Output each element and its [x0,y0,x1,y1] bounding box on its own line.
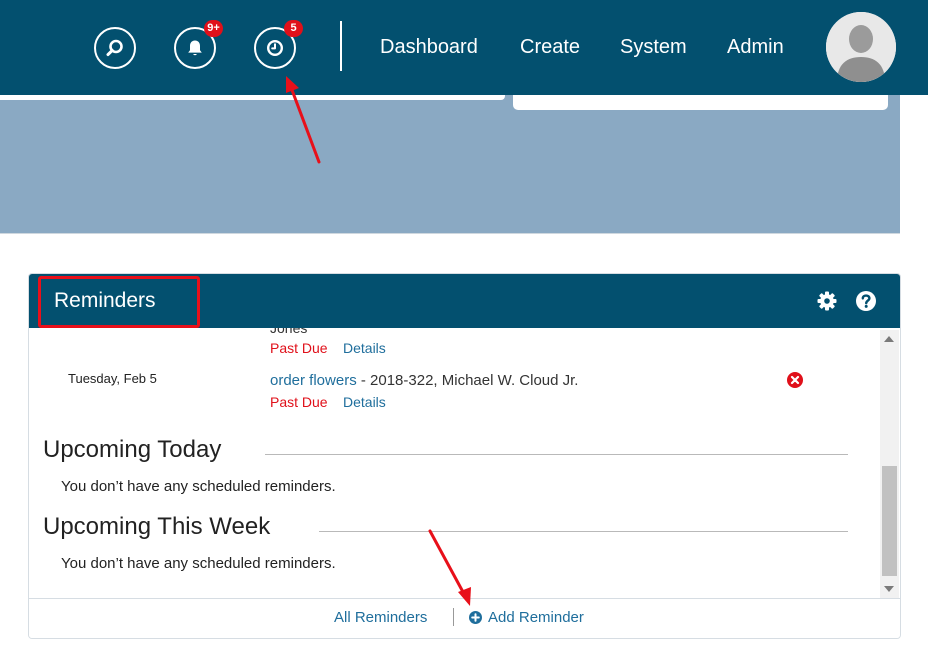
section-title-week: Upcoming This Week [43,513,271,540]
search-icon [106,39,123,57]
notifications-button[interactable]: 9+ [174,20,223,69]
details-link[interactable]: Details [343,394,386,410]
empty-message-today: You don’t have any scheduled reminders. [61,478,336,495]
plus-circle-icon[interactable] [469,611,482,624]
gear-icon[interactable] [816,290,838,312]
footer-separator [453,608,454,626]
empty-message-week: You don’t have any scheduled reminders. [61,555,336,572]
hero-banner [0,95,900,234]
scroll-down-arrow-icon[interactable] [884,586,894,592]
bell-icon [188,40,202,56]
section-divider [319,531,848,532]
section-divider [265,454,848,455]
reminder-info: - 2018-322, Michael W. Cloud Jr. [356,372,579,389]
user-avatar[interactable] [826,12,896,82]
title-highlight-box [38,276,200,328]
clock-icon [266,39,284,57]
past-due-link[interactable]: Past Due [270,394,328,410]
all-reminders-link[interactable]: All Reminders [334,609,427,626]
banner-panel-left [0,95,505,100]
widget-header: Reminders [29,274,900,328]
reminder-title-link[interactable]: order flowers [270,372,357,389]
reminder-date: Tuesday, Feb 5 [68,371,157,386]
banner-panel-right [513,95,888,110]
notifications-badge: 9+ [204,20,223,37]
reminders-widget: Reminders Jones Past Due Details Tuesday… [28,273,901,639]
nav-divider [340,21,342,71]
nav-dashboard[interactable]: Dashboard [380,36,478,58]
nav-system[interactable]: System [620,36,687,58]
vertical-scrollbar[interactable] [880,330,899,598]
nav-create[interactable]: Create [520,36,580,58]
reminders-badge: 5 [284,20,303,37]
user-avatar-icon [826,12,896,82]
reminders-scroll-area[interactable]: Jones Past Due Details Tuesday, Feb 5 or… [29,328,900,598]
help-icon[interactable] [855,290,877,312]
scrollbar-thumb[interactable] [882,466,897,576]
partial-reminder-text: Jones [270,328,308,336]
details-link[interactable]: Details [343,340,386,356]
search-button[interactable] [94,27,136,69]
add-reminder-link[interactable]: Add Reminder [488,609,584,626]
delete-x-icon[interactable] [787,372,803,388]
scroll-up-arrow-icon[interactable] [884,336,894,342]
reminder-line: order flowers - 2018-322, Michael W. Clo… [270,372,578,389]
nav-admin[interactable]: Admin [727,36,784,58]
reminders-button[interactable]: 5 [254,20,303,69]
section-title-today: Upcoming Today [43,436,222,463]
top-navigation-bar: 9+ 5 Dashboard Create System Admin [0,0,928,95]
widget-footer: All Reminders Add Reminder [29,598,900,638]
past-due-link[interactable]: Past Due [270,340,328,356]
